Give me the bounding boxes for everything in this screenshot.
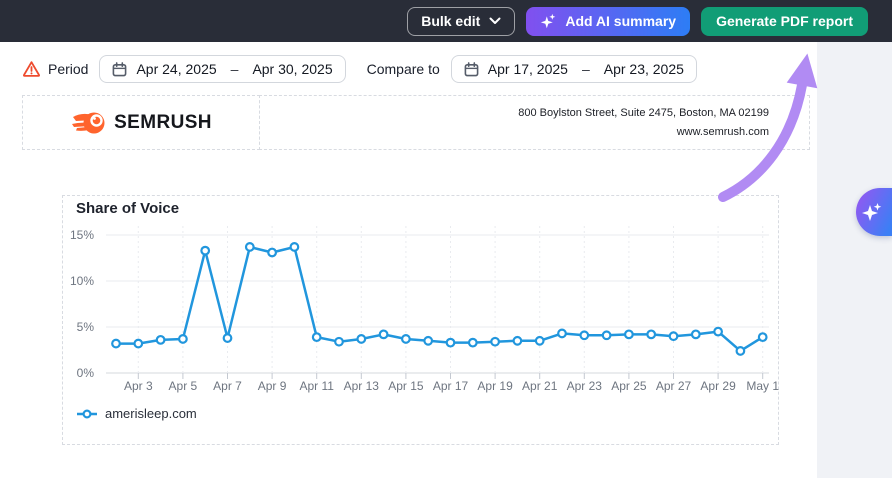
top-action-bar: Bulk edit Add AI summary Generate PDF re… [0, 0, 892, 42]
calendar-icon [112, 62, 127, 77]
brand-name: SEMRUSH [114, 112, 212, 134]
report-letterhead: SEMRUSH 800 Boylston Street, Suite 2475,… [22, 95, 810, 150]
brand-logo-box: SEMRUSH [22, 95, 260, 150]
ai-assistant-button[interactable] [856, 188, 892, 236]
chevron-down-icon [489, 17, 501, 25]
period-label: Period [48, 61, 88, 77]
svg-text:Apr 25: Apr 25 [611, 379, 647, 393]
svg-text:Apr 21: Apr 21 [522, 379, 558, 393]
share-of-voice-chart[interactable]: 0% 5% 10% 15% Apr 3 Apr 5 Apr 7 Apr 9 Apr 11 Apr … [63, 196, 780, 401]
legend-label: amerisleep.com [105, 406, 197, 421]
semrush-logo-icon [70, 110, 106, 136]
svg-text:Apr 29: Apr 29 [700, 379, 736, 393]
svg-text:Apr 19: Apr 19 [477, 379, 513, 393]
svg-text:Apr 5: Apr 5 [169, 379, 198, 393]
svg-text:May 1: May 1 [746, 379, 779, 393]
period-end-date: Apr 30, 2025 [252, 61, 332, 77]
compare-end-date: Apr 23, 2025 [604, 61, 684, 77]
date-range-separator: – [582, 61, 590, 77]
compare-date-range-input[interactable]: Apr 17, 2025 – Apr 23, 2025 [451, 55, 697, 83]
compare-start-date: Apr 17, 2025 [488, 61, 568, 77]
legend-item-amerisleep[interactable]: amerisleep.com [76, 406, 197, 421]
generate-pdf-label: Generate PDF report [716, 13, 853, 29]
svg-text:5%: 5% [77, 320, 95, 334]
svg-text:15%: 15% [70, 228, 94, 242]
svg-text:Apr 27: Apr 27 [656, 379, 692, 393]
report-canvas: Period Apr 24, 2025 – Apr 30, 2025 Compa… [0, 42, 817, 478]
warning-icon [22, 60, 41, 78]
svg-text:Apr 11: Apr 11 [299, 379, 334, 393]
svg-text:10%: 10% [70, 274, 94, 288]
svg-text:Apr 23: Apr 23 [567, 379, 603, 393]
bulk-edit-button[interactable]: Bulk edit [407, 7, 515, 36]
legend-marker-icon [76, 409, 98, 419]
svg-text:Apr 3: Apr 3 [124, 379, 153, 393]
compare-to-label: Compare to [367, 61, 440, 77]
bulk-edit-label: Bulk edit [421, 13, 480, 29]
company-address: 800 Boylston Street, Suite 2475, Boston,… [518, 107, 769, 119]
period-start-date: Apr 24, 2025 [136, 61, 216, 77]
svg-text:Apr 13: Apr 13 [344, 379, 380, 393]
share-of-voice-widget: Share of Voice 0%5%10%15%Apr 3Apr 5Apr 7… [62, 195, 779, 445]
svg-text:Apr 9: Apr 9 [258, 379, 287, 393]
svg-text:Apr 15: Apr 15 [388, 379, 424, 393]
sparkles-icon [861, 201, 883, 223]
calendar-icon [464, 62, 479, 77]
page: { "topbar": { "bulk_edit_label": "Bulk e… [0, 0, 892, 478]
company-website: www.semrush.com [677, 126, 769, 138]
generate-pdf-report-button[interactable]: Generate PDF report [701, 7, 868, 36]
svg-text:Apr 17: Apr 17 [433, 379, 469, 393]
date-range-separator: – [231, 61, 239, 77]
period-date-range-input[interactable]: Apr 24, 2025 – Apr 30, 2025 [99, 55, 345, 83]
add-ai-summary-label: Add AI summary [565, 13, 676, 29]
company-address-box: 800 Boylston Street, Suite 2475, Boston,… [259, 95, 810, 150]
svg-text:0%: 0% [77, 366, 95, 380]
svg-text:Apr 7: Apr 7 [213, 379, 242, 393]
period-bar: Period Apr 24, 2025 – Apr 30, 2025 Compa… [0, 42, 817, 83]
sparkles-icon [540, 13, 557, 30]
add-ai-summary-button[interactable]: Add AI summary [526, 7, 690, 36]
